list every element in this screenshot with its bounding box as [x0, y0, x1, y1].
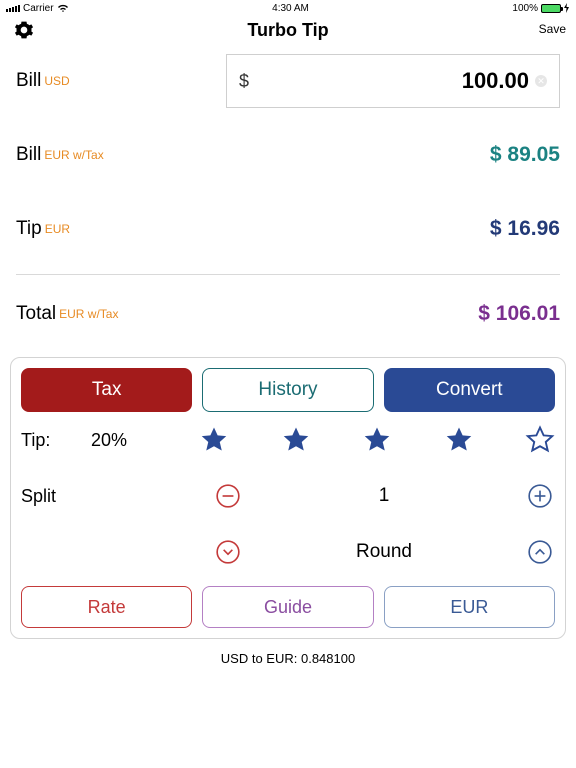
star-2-icon[interactable]: [281, 425, 311, 455]
rate-button[interactable]: Rate: [21, 586, 192, 628]
currency-button[interactable]: EUR: [384, 586, 555, 628]
total-row: Total EUR w/Tax $ 106.01: [16, 289, 560, 339]
tip-row: Tip EUR $ 16.96: [16, 192, 560, 266]
tip-pct-row: Tip: 20%: [21, 412, 555, 468]
bill-currency-tag: USD: [44, 74, 69, 88]
control-panel: Tax History Convert Tip: 20% Split 1 Rou…: [10, 357, 566, 639]
bill-converted-label: Bill: [16, 144, 41, 166]
dollar-sign: $: [239, 71, 249, 92]
bill-input[interactable]: $ 100.00 ✕: [226, 54, 560, 108]
minus-icon[interactable]: [213, 481, 243, 511]
save-button[interactable]: Save: [539, 22, 566, 36]
app-title: Turbo Tip: [247, 20, 328, 41]
divider: [16, 274, 560, 275]
clear-icon[interactable]: ✕: [535, 75, 547, 87]
tip-stars: [181, 425, 555, 455]
total-tag: EUR w/Tax: [59, 307, 118, 321]
status-time: 4:30 AM: [272, 3, 309, 14]
tip-tag: EUR: [45, 222, 70, 236]
split-row: Split 1: [21, 468, 555, 524]
total-value: $ 106.01: [478, 302, 560, 326]
tip-pct-label: Tip:: [21, 430, 91, 451]
convert-tab[interactable]: Convert: [384, 368, 555, 412]
history-tab[interactable]: History: [202, 368, 373, 412]
bill-converted-value: $ 89.05: [490, 143, 560, 167]
header: Turbo Tip Save: [0, 16, 576, 44]
split-label: Split: [21, 486, 181, 507]
charging-icon: [564, 3, 570, 13]
bill-label: Bill: [16, 70, 41, 92]
round-label: Round: [243, 541, 525, 563]
tip-label: Tip: [16, 218, 42, 240]
split-value: 1: [243, 485, 525, 507]
battery-pct: 100%: [512, 3, 538, 14]
carrier-label: Carrier: [23, 3, 54, 14]
star-3-icon[interactable]: [362, 425, 392, 455]
exchange-rate-footer: USD to EUR: 0.848100: [0, 645, 576, 670]
round-row: Round: [21, 524, 555, 580]
tip-value: $ 16.96: [490, 217, 560, 241]
guide-button[interactable]: Guide: [202, 586, 373, 628]
star-4-icon[interactable]: [444, 425, 474, 455]
plus-icon[interactable]: [525, 481, 555, 511]
status-bar: Carrier 4:30 AM 100%: [0, 0, 576, 16]
round-up-icon[interactable]: [525, 537, 555, 567]
star-5-icon[interactable]: [525, 425, 555, 455]
battery-icon: [541, 4, 561, 13]
bill-converted-tag: EUR w/Tax: [44, 148, 103, 162]
wifi-icon: [57, 4, 69, 13]
bill-input-row: Bill USD $ 100.00 ✕: [16, 44, 560, 118]
signal-icon: [6, 5, 20, 12]
tax-tab[interactable]: Tax: [21, 368, 192, 412]
tip-pct-value: 20%: [91, 430, 181, 451]
bill-amount: 100.00: [249, 68, 535, 94]
bill-converted-row: Bill EUR w/Tax $ 89.05: [16, 118, 560, 192]
gear-icon[interactable]: [14, 20, 34, 45]
total-label: Total: [16, 303, 56, 325]
star-1-icon[interactable]: [199, 425, 229, 455]
round-down-icon[interactable]: [213, 537, 243, 567]
